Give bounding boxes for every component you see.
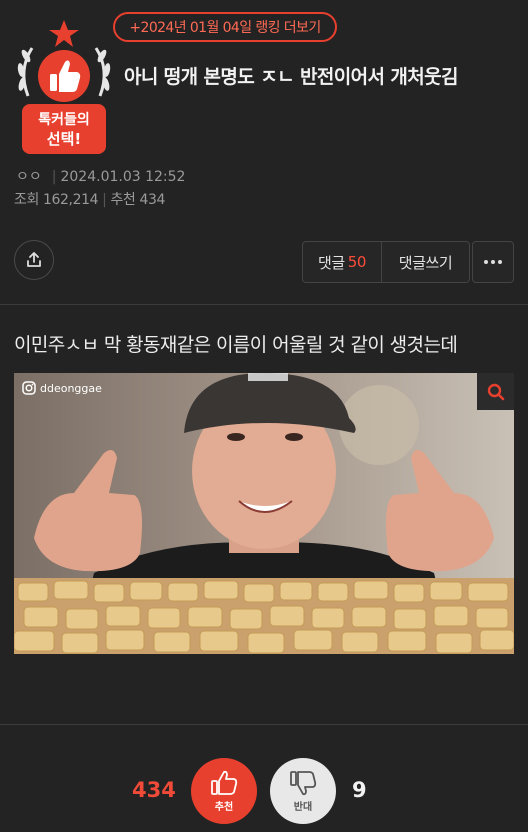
thumbs-up-icon [211, 770, 238, 795]
views-count: 162,214 [43, 192, 99, 208]
recommend-label: 추천 [110, 192, 136, 208]
recommend-count: 434 [139, 192, 166, 208]
tokkers-choice-badge: 톡커들의 선택! [14, 18, 114, 156]
write-comment-label: 댓글쓰기 [398, 253, 453, 272]
upvote-count: 434 [132, 778, 176, 802]
thumbs-down-icon [290, 770, 317, 795]
views-label: 조회 [14, 192, 39, 208]
more-icon [484, 260, 502, 264]
badge-line2: 선택! [47, 130, 81, 148]
upvote-button[interactable]: 추천 [191, 758, 257, 824]
downvote-count: 9 [352, 778, 367, 802]
downvote-label: 반대 [293, 801, 313, 813]
downvote-button[interactable]: 반대 [270, 758, 336, 824]
post-title: 아니 떵개 본명도 ㅈㄴ 반전이어서 개처웃김 [124, 66, 459, 88]
post-meta: ㅇㅇ | 2024.01.03 12:52 [16, 169, 186, 185]
post-stats: 조회 162,214 | 추천 434 [14, 192, 166, 208]
more-button[interactable] [472, 241, 514, 283]
comments-count: 50 [347, 253, 367, 271]
image-zoom-button[interactable] [477, 373, 514, 410]
post-image[interactable]: ddeonggae [14, 373, 514, 654]
post-date: 2024.01.03 12:52 [60, 169, 186, 185]
divider [0, 724, 528, 725]
upvote-label: 추천 [214, 801, 234, 813]
search-icon [487, 383, 504, 400]
star-icon [49, 20, 79, 47]
instagram-handle: ddeonggae [40, 381, 102, 395]
author-name[interactable]: ㅇㅇ [16, 169, 42, 185]
divider [0, 304, 528, 305]
write-comment-button[interactable]: 댓글쓰기 [382, 241, 470, 283]
ranking-more-label: +2024년 01월 04일 랭킹 더보기 [129, 20, 321, 36]
comments-button[interactable]: 댓글 50 [302, 241, 382, 283]
share-icon [27, 252, 41, 267]
mukbang-photo [14, 373, 514, 654]
share-button[interactable] [14, 240, 54, 280]
instagram-icon [22, 381, 36, 395]
badge-line1: 톡커들의 [38, 111, 90, 128]
comments-label: 댓글 [317, 253, 345, 272]
post-body: 이민주ㅅㅂ 막 황동재같은 이름이 어울릴 것 같이 생겻는데 [14, 334, 458, 356]
instagram-watermark: ddeonggae [22, 381, 102, 395]
ranking-more-link[interactable]: +2024년 01월 04일 랭킹 더보기 [113, 12, 337, 42]
